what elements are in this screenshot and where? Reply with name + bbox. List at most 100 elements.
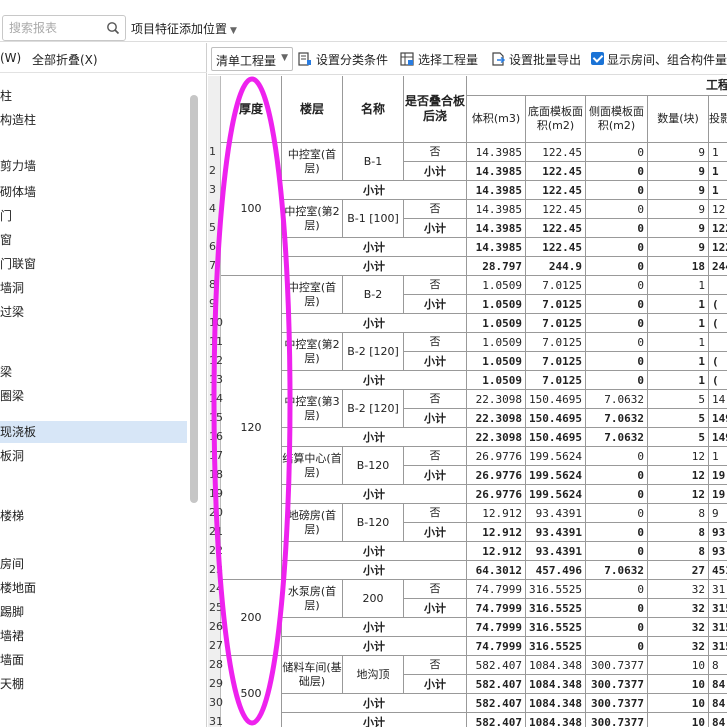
report-search-input[interactable]	[9, 19, 105, 37]
quantity-cell: 300.7377	[586, 713, 648, 727]
tree-item[interactable]: 楼梯	[0, 505, 187, 527]
quantity-cell: 1.0509	[467, 276, 526, 295]
batch-export-button[interactable]: 设置批量导出	[491, 51, 581, 68]
row-number: 7	[209, 259, 216, 272]
tree-item[interactable]: 过梁	[0, 301, 187, 323]
quantity-cell: 26.9776	[467, 447, 526, 466]
header-volume: 体积(m3)	[467, 96, 526, 143]
floor-cell: 中控室(首层)	[282, 143, 343, 181]
quantity-cell: 1	[648, 371, 709, 390]
name-subtotal-label: 小计	[404, 295, 467, 314]
batch-export-label: 设置批量导出	[509, 53, 582, 67]
quantity-cell: 316.5525	[526, 637, 586, 656]
tree-item[interactable]: 现浇板	[0, 421, 187, 443]
thickness-cell: 200	[221, 580, 282, 656]
set-category-button[interactable]: 设置分类条件	[298, 51, 388, 68]
select-quantity-label: 选择工程量	[418, 53, 479, 67]
thickness-subtotal-label: 小计	[282, 713, 467, 727]
quantity-cell: 22.3098	[467, 390, 526, 409]
quantity-cell: 12	[709, 200, 727, 219]
quantity-cell: 300.7377	[586, 675, 648, 694]
quantity-cell: 8	[648, 542, 709, 561]
quantity-cell: 1.0509	[467, 333, 526, 352]
overlap-value: 否	[404, 447, 467, 466]
floor-cell: 中控室(第2层)	[282, 333, 343, 371]
overlap-value: 否	[404, 143, 467, 162]
name-subtotal-label: 小计	[404, 409, 467, 428]
quantity-cell: 9	[648, 219, 709, 238]
quantity-type-value: 清单工程量	[216, 54, 277, 68]
tree-item[interactable]: 柱	[0, 85, 187, 107]
quantity-cell: 32	[648, 580, 709, 599]
quantity-cell: 7.0632	[586, 561, 648, 580]
row-number: 9	[209, 297, 216, 310]
quantity-cell: 1	[709, 447, 727, 466]
tree-item[interactable]: 门联窗	[0, 253, 187, 275]
quantity-cell: 7.0125	[526, 371, 586, 390]
tree-item[interactable]: 墙面	[0, 649, 187, 671]
tree-item[interactable]: 楼地面	[0, 577, 187, 599]
row-number: 28	[209, 658, 223, 671]
quantity-cell: 84	[709, 675, 727, 694]
tree-item[interactable]: 圈梁	[0, 385, 187, 407]
tree-item[interactable]: 梁	[0, 361, 187, 383]
tree-scrollbar[interactable]	[190, 95, 198, 503]
quantity-type-select[interactable]: 清单工程量 ▼	[211, 47, 293, 71]
quantity-cell: 26.9776	[467, 485, 526, 504]
quantity-cell: 1.0509	[467, 295, 526, 314]
quantity-cell: 150.4695	[526, 390, 586, 409]
tree-item[interactable]: 踢脚	[0, 601, 187, 623]
expand-all-button[interactable]: (W)	[0, 51, 21, 65]
quantity-cell: 27	[648, 561, 709, 580]
quantity-cell: 244.9	[526, 257, 586, 276]
quantity-cell: 12.912	[467, 542, 526, 561]
row-number: 18	[209, 468, 223, 481]
quantity-cell: 31	[709, 580, 727, 599]
tree-item[interactable]: 天棚	[0, 673, 187, 695]
tree-item[interactable]: 砌体墙	[0, 181, 187, 203]
tree-item[interactable]: 门	[0, 205, 187, 227]
tree-item[interactable]: 墙洞	[0, 277, 187, 299]
quantity-cell: 315	[709, 618, 727, 637]
quantity-cell: (	[709, 295, 727, 314]
row-number: 25	[209, 601, 223, 614]
show-rooms-checkbox[interactable]	[591, 52, 604, 65]
quantity-cell: 19	[709, 466, 727, 485]
tree-item[interactable]: 构造柱	[0, 109, 187, 131]
component-name-cell: B-2 [120]	[343, 390, 404, 428]
quantity-cell: 7.0632	[586, 409, 648, 428]
quantity-cell: 10	[648, 713, 709, 727]
quantity-cell: 64.3012	[467, 561, 526, 580]
quantity-cell: 74.7999	[467, 618, 526, 637]
quantity-cell: 0	[586, 181, 648, 200]
quantity-cell: 7.0125	[526, 276, 586, 295]
collapse-all-button[interactable]: 全部折叠(X)	[32, 51, 98, 68]
quantity-cell	[709, 276, 727, 295]
name-subtotal-label: 小计	[404, 599, 467, 618]
quantity-cell: 74.7999	[467, 599, 526, 618]
tree-item[interactable]: 剪力墙	[0, 155, 187, 177]
floor-subtotal-label: 小计	[282, 428, 467, 447]
quantity-cell: 122	[709, 238, 727, 257]
tree-item[interactable]: 板洞	[0, 445, 187, 467]
quantity-cell: 12	[648, 485, 709, 504]
row-number: 16	[209, 430, 223, 443]
tree-item[interactable]: 窗	[0, 229, 187, 251]
quantity-cell: 93.4391	[526, 523, 586, 542]
row-number: 21	[209, 525, 223, 538]
tree-item[interactable]: 房间	[0, 553, 187, 575]
component-name-cell: B-120	[343, 504, 404, 542]
quantity-cell: 74.7999	[467, 580, 526, 599]
component-name-cell: B-1 [100]	[343, 200, 404, 238]
search-icon[interactable]	[106, 21, 120, 35]
tree-item[interactable]: 墙裙	[0, 625, 187, 647]
quantity-cell: 0	[586, 352, 648, 371]
header-quantity-group: 工程量名称	[467, 76, 727, 96]
quantity-cell: 7.0125	[526, 295, 586, 314]
report-search-box[interactable]	[2, 15, 126, 41]
quantity-cell: 1.0509	[467, 352, 526, 371]
row-number: 27	[209, 639, 223, 652]
select-quantity-button[interactable]: 选择工程量	[400, 51, 478, 68]
feature-position-dropdown[interactable]: 项目特征添加位置 ▼	[131, 20, 237, 37]
floor-cell: 中控室(首层)	[282, 276, 343, 314]
